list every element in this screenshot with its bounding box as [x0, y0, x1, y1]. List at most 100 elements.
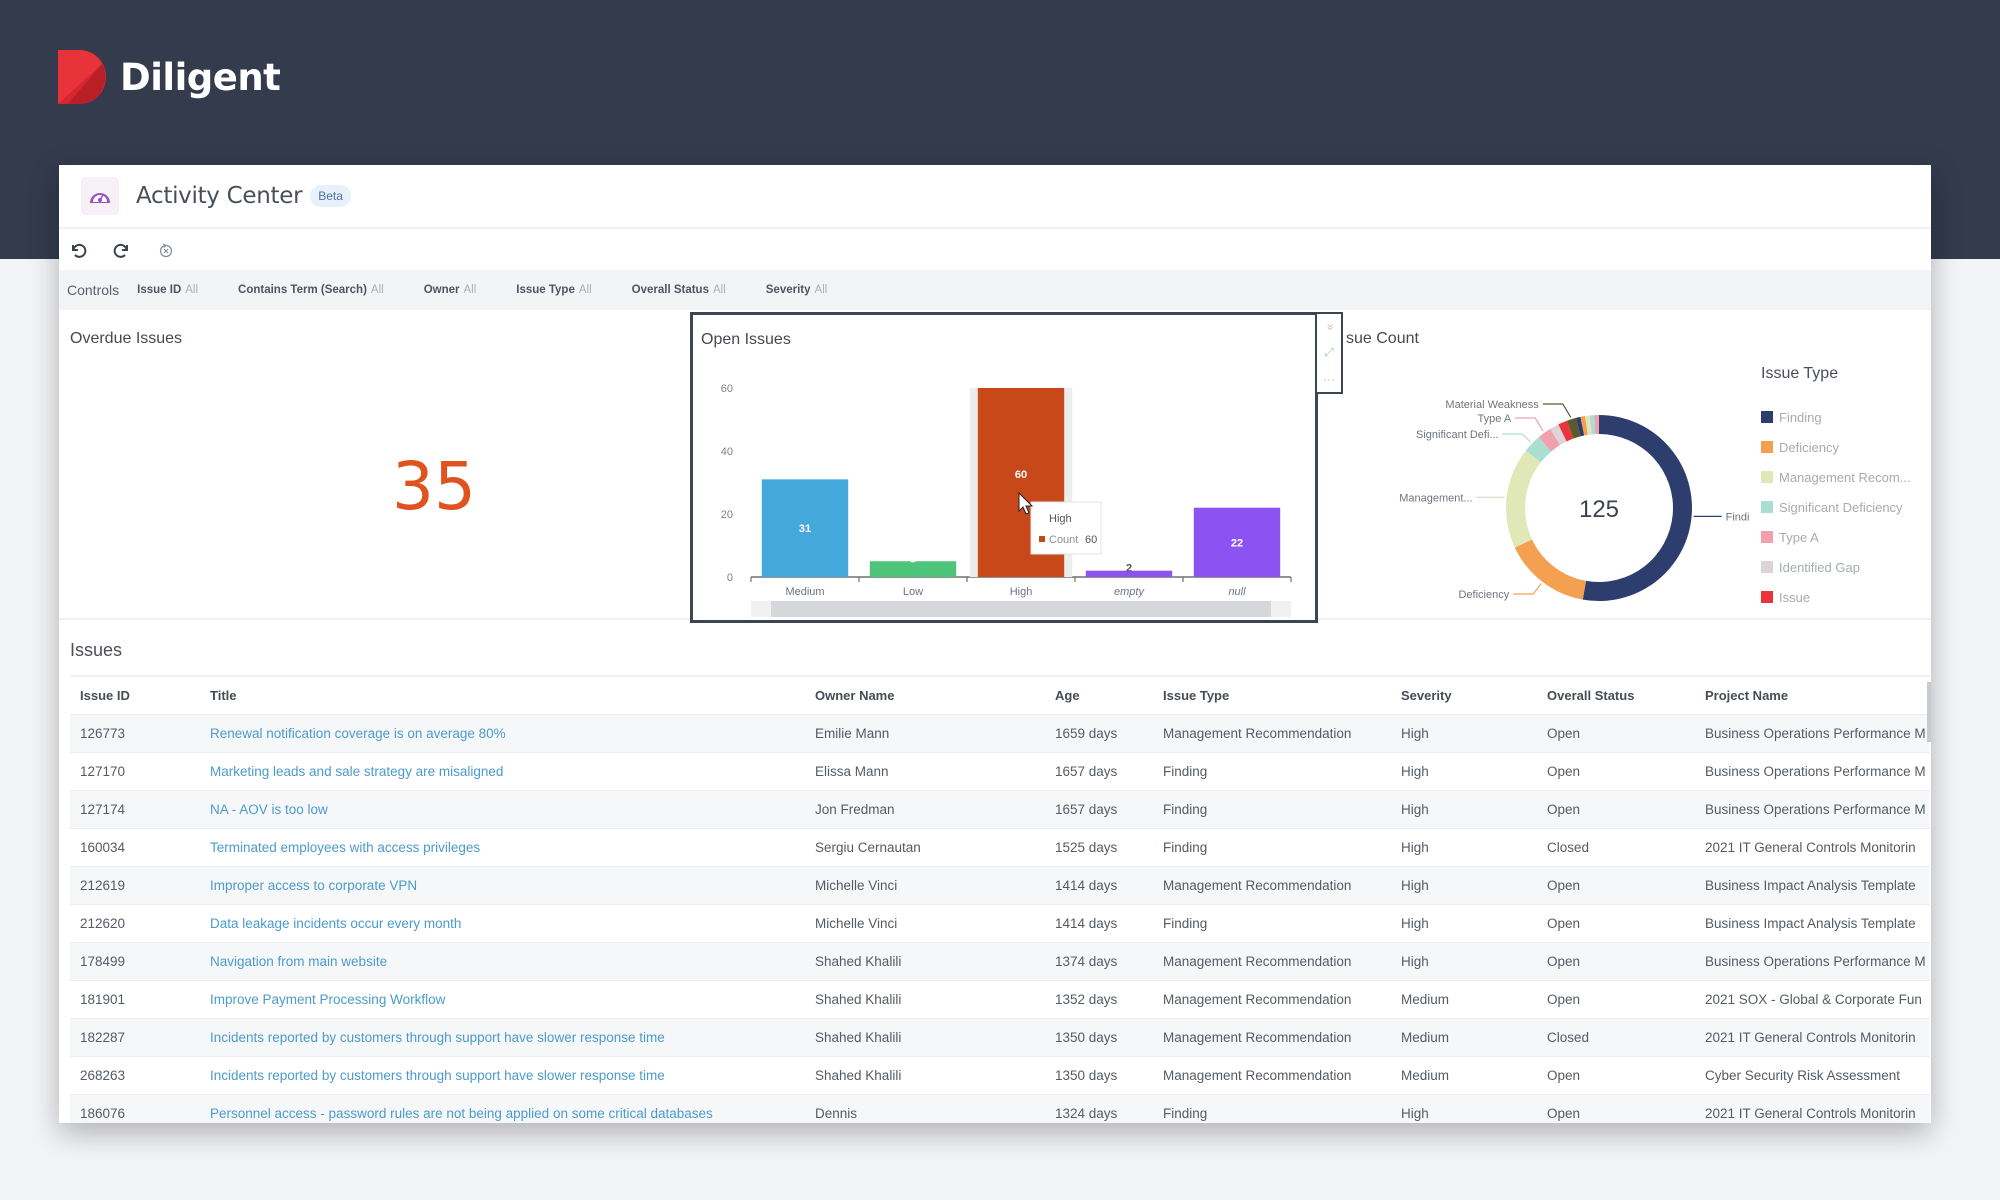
- legend-label: Type A: [1779, 529, 1819, 545]
- filter-contains-term[interactable]: Contains Term (Search) All: [238, 284, 384, 296]
- controls-label: Controls: [67, 282, 120, 298]
- cell-overall-status: Open: [1537, 1055, 1695, 1094]
- legend-item-identified-gap[interactable]: Identified Gap: [1761, 552, 1911, 582]
- x-tick-label: empty: [1114, 586, 1145, 598]
- cell-title[interactable]: Navigation from main website: [200, 941, 805, 980]
- table-row[interactable]: 160034 Terminated employees with access p…: [70, 827, 1930, 866]
- table-row[interactable]: 127170 Marketing leads and sale strategy …: [70, 751, 1930, 790]
- cell-title[interactable]: NA - AOV is too low: [200, 789, 805, 828]
- table-row[interactable]: 212619 Improper access to corporate VPN Mi…: [70, 865, 1930, 904]
- table-header-row: Issue ID Title Owner Name Age Issue Type Seve…: [70, 675, 1930, 714]
- cell-issue-id: 126773: [70, 713, 200, 752]
- cell-title[interactable]: Improper access to corporate VPN: [200, 865, 805, 904]
- table-row[interactable]: 126773 Renewal notification coverage is o…: [70, 713, 1930, 752]
- cell-title[interactable]: Marketing leads and sale strategy are mi…: [200, 751, 805, 790]
- cell-severity: Medium: [1391, 1017, 1537, 1056]
- column-header-issue-id[interactable]: Issue ID: [70, 675, 200, 714]
- cell-overall-status: Open: [1537, 865, 1695, 904]
- cell-title[interactable]: Personnel access - password rules are no…: [200, 1093, 805, 1123]
- cell-owner-name: Jon Fredman: [805, 789, 1045, 828]
- cell-title[interactable]: Incidents reported by customers through …: [200, 1055, 805, 1094]
- filter-value: All: [463, 284, 477, 296]
- issues-table-wrap: Issue ID Title Owner Name Age Issue Type Seve…: [70, 675, 1930, 1123]
- column-header-age[interactable]: Age: [1045, 675, 1153, 714]
- chart-scroll-thumb[interactable]: [771, 601, 1271, 617]
- column-header-title[interactable]: Title: [200, 675, 805, 714]
- table-row[interactable]: 127174 NA - AOV is too low Jon Fredman 1657…: [70, 789, 1930, 828]
- legend-item-finding[interactable]: Finding: [1761, 402, 1911, 432]
- redo-icon[interactable]: [111, 239, 133, 261]
- cell-issue-type: Finding: [1153, 903, 1391, 942]
- cell-owner-name: Michelle Vinci: [805, 865, 1045, 904]
- cell-owner-name: Shahed Khalili: [805, 1017, 1045, 1056]
- y-tick-label: 0: [727, 572, 733, 584]
- filter-owner[interactable]: Owner All: [424, 284, 477, 296]
- cell-project-name: Business Operations Performance M: [1695, 941, 1930, 980]
- filter-issue-id[interactable]: Issue ID All: [137, 284, 198, 296]
- filter-overall-status[interactable]: Overall Status All: [632, 284, 726, 296]
- cell-severity: High: [1391, 789, 1537, 828]
- app-header: Activity Center Beta: [59, 165, 1931, 229]
- legend-swatch: [1761, 501, 1773, 513]
- cell-issue-type: Finding: [1153, 789, 1391, 828]
- filter-issue-type[interactable]: Issue Type All: [516, 284, 591, 296]
- cell-severity: High: [1391, 903, 1537, 942]
- table-row[interactable]: 182287 Incidents reported by customers th…: [70, 1017, 1930, 1056]
- chart-tooltip: [1030, 501, 1102, 555]
- cell-age: 1657 days: [1045, 789, 1153, 828]
- legend-item-management-recommendation[interactable]: Management Recom...: [1761, 462, 1911, 492]
- open-issues-widget[interactable]: Open Issues 0 20 40 60 31 Medium 5 Low 60 High 2 em…: [690, 312, 1318, 623]
- legend-item-issue[interactable]: Issue: [1761, 582, 1911, 612]
- legend-item-type-a[interactable]: Type A: [1761, 522, 1911, 552]
- reset-icon[interactable]: [155, 239, 177, 261]
- legend-swatch: [1761, 561, 1773, 573]
- filter-severity[interactable]: Severity All: [766, 284, 828, 296]
- table-row[interactable]: 178499 Navigation from main website Shahed…: [70, 941, 1930, 980]
- table-row[interactable]: 268263 Incidents reported by customers th…: [70, 1055, 1930, 1094]
- cell-issue-id: 178499: [70, 941, 200, 980]
- cell-title[interactable]: Improve Payment Processing Workflow: [200, 979, 805, 1018]
- x-tick-label: Medium: [785, 586, 824, 598]
- callout-label: Finding: [1726, 511, 1749, 523]
- cell-owner-name: Emilie Mann: [805, 713, 1045, 752]
- beta-badge: Beta: [310, 185, 351, 207]
- cell-severity: High: [1391, 865, 1537, 904]
- legend-label: Deficiency: [1779, 439, 1839, 455]
- column-header-issue-type[interactable]: Issue Type: [1153, 675, 1391, 714]
- legend-title: Issue Type: [1761, 365, 1839, 382]
- cell-issue-type: Finding: [1153, 751, 1391, 790]
- cell-age: 1374 days: [1045, 941, 1153, 980]
- filter-value: All: [370, 284, 384, 296]
- cell-issue-type: Management Recommendation: [1153, 1055, 1391, 1094]
- tooltip-category: High: [1049, 513, 1072, 525]
- donut-slice-deficiency[interactable]: [1514, 539, 1587, 600]
- column-header-project-name[interactable]: Project Name: [1695, 675, 1930, 714]
- cell-severity: Medium: [1391, 1055, 1537, 1094]
- table-row[interactable]: 186076 Personnel access - password rules …: [70, 1093, 1930, 1123]
- cell-title[interactable]: Renewal notification coverage is on aver…: [200, 713, 805, 752]
- cell-title[interactable]: Terminated employees with access privile…: [200, 827, 805, 866]
- cell-title[interactable]: Data leakage incidents occur every month: [200, 903, 805, 942]
- legend-item-significant-deficiency[interactable]: Significant Deficiency: [1761, 492, 1911, 522]
- widgets-row: Overdue Issues 35 Open Issues 0 20 40 60 31 M…: [59, 310, 1931, 623]
- cell-project-name: Business Impact Analysis Template: [1695, 903, 1930, 942]
- column-header-overall-status[interactable]: Overall Status: [1537, 675, 1695, 714]
- column-header-owner-name[interactable]: Owner Name: [805, 675, 1045, 714]
- x-tick-label: High: [1010, 586, 1033, 598]
- legend-swatch: [1761, 591, 1773, 603]
- activity-center-window: Activity Center Beta Controls Issue ID Al…: [59, 165, 1931, 1123]
- cell-severity: High: [1391, 941, 1537, 980]
- cell-title[interactable]: Incidents reported by customers through …: [200, 1017, 805, 1056]
- table-row[interactable]: 181901 Improve Payment Processing Workflo…: [70, 979, 1930, 1018]
- undo-icon[interactable]: [67, 239, 89, 261]
- donut-slice-management[interactable]: [1506, 450, 1541, 548]
- cell-owner-name: Dennis: [805, 1093, 1045, 1123]
- table-scrollbar[interactable]: [1927, 682, 1931, 742]
- table-row[interactable]: 212620 Data leakage incidents occur every…: [70, 903, 1930, 942]
- cell-issue-type: Management Recommendation: [1153, 1017, 1391, 1056]
- legend-item-deficiency[interactable]: Deficiency: [1761, 432, 1911, 462]
- cell-age: 1352 days: [1045, 979, 1153, 1018]
- column-header-severity[interactable]: Severity: [1391, 675, 1537, 714]
- legend-swatch: [1761, 411, 1773, 423]
- cell-issue-id: 127174: [70, 789, 200, 828]
